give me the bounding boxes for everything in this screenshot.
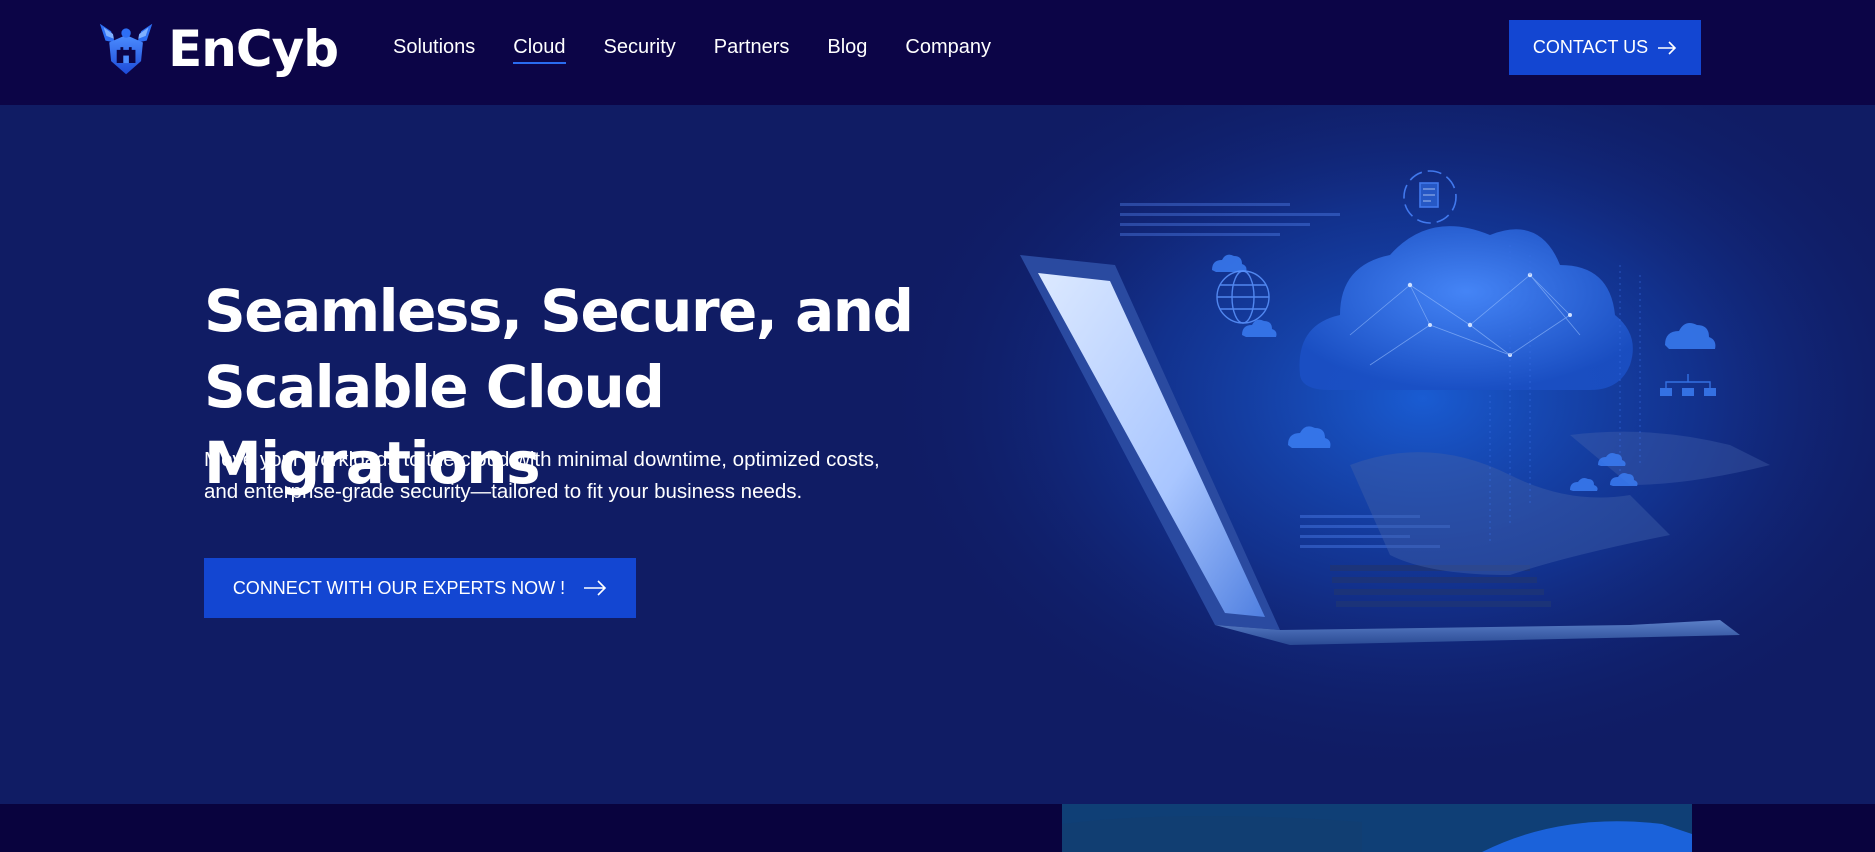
connect-experts-button[interactable]: CONNECT WITH OUR EXPERTS NOW ! — [204, 558, 636, 618]
next-section-image — [1062, 804, 1692, 852]
main-nav: Solutions Cloud Security Partners Blog C… — [393, 34, 1029, 64]
nav-blog[interactable]: Blog — [827, 34, 867, 60]
connect-experts-label: CONNECT WITH OUR EXPERTS NOW ! — [232, 577, 566, 598]
contact-us-label: CONTACT US — [1532, 37, 1649, 57]
hero-section: Seamless, Secure, and Scalable Cloud Mig… — [0, 105, 1875, 804]
arrow-right-icon — [1658, 40, 1677, 55]
nav-company[interactable]: Company — [905, 34, 991, 60]
nav-partners[interactable]: Partners — [714, 34, 790, 60]
hero-subtitle-line2: and enterprise-grade security—tailored t… — [204, 480, 803, 503]
nav-cloud[interactable]: Cloud — [513, 34, 566, 64]
hero-subtitle-line1: Move your workloads to the cloud with mi… — [204, 448, 880, 471]
shield-eagle-icon — [99, 23, 153, 75]
site-header: EnCyb Solutions Cloud Security Partners … — [0, 0, 1875, 105]
contact-us-button[interactable]: CONTACT US — [1509, 20, 1701, 75]
arrow-right-icon — [584, 580, 607, 596]
hero-title-line1: Seamless, Secure, and — [204, 277, 914, 345]
nav-solutions[interactable]: Solutions — [393, 34, 475, 60]
page: EnCyb Solutions Cloud Security Partners … — [0, 0, 1875, 852]
hero-image — [870, 105, 1875, 804]
next-section-image-art — [1062, 804, 1692, 852]
next-section — [0, 804, 1875, 852]
logo-wordmark: EnCyb — [168, 20, 339, 78]
hero-subtitle: Move your workloads to the cloud with mi… — [204, 444, 944, 508]
site-logo[interactable]: EnCyb — [98, 17, 339, 81]
nav-security[interactable]: Security — [604, 34, 676, 60]
